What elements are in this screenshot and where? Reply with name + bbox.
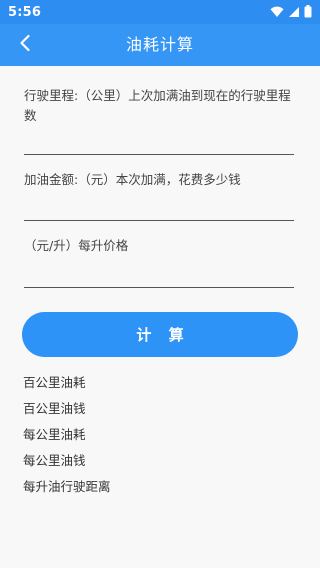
price-label: （元/升）每升价格 [24,238,129,253]
result-per-100km-fuel: 百公里油耗 [23,375,86,390]
result-per-km-cost: 每公里油钱 [23,453,86,468]
results-list: 百公里油耗 百公里油钱 每公里油耗 每公里油钱 每升油行驶距离 [23,374,111,504]
status-icons [270,3,312,22]
result-per-km-fuel: 每公里油耗 [23,427,86,442]
calculate-button[interactable]: 计 算 [22,312,298,357]
amount-label: 加油金额:（元）本次加满，花费多少钱 [24,172,241,187]
mileage-input[interactable] [24,131,294,155]
mileage-label: 行驶里程:（公里）上次加满油到现在的行驶里程数 [24,88,291,123]
status-bar: 5:56 [0,0,320,24]
page-title: 油耗计算 [125,35,194,54]
signal-icon [288,3,300,22]
mileage-field: 行驶里程:（公里）上次加满油到现在的行驶里程数 [24,86,294,126]
result-per-100km-cost: 百公里油钱 [23,401,86,416]
amount-input[interactable] [24,197,294,221]
status-time: 5:56 [8,4,42,20]
app-bar: 油耗计算 [0,24,320,66]
wifi-icon [270,3,284,22]
price-input[interactable] [24,264,294,288]
battery-icon [304,3,312,22]
result-km-per-liter: 每升油行驶距离 [23,479,111,494]
price-field: （元/升）每升价格 [24,236,294,256]
amount-field: 加油金额:（元）本次加满，花费多少钱 [24,170,294,190]
